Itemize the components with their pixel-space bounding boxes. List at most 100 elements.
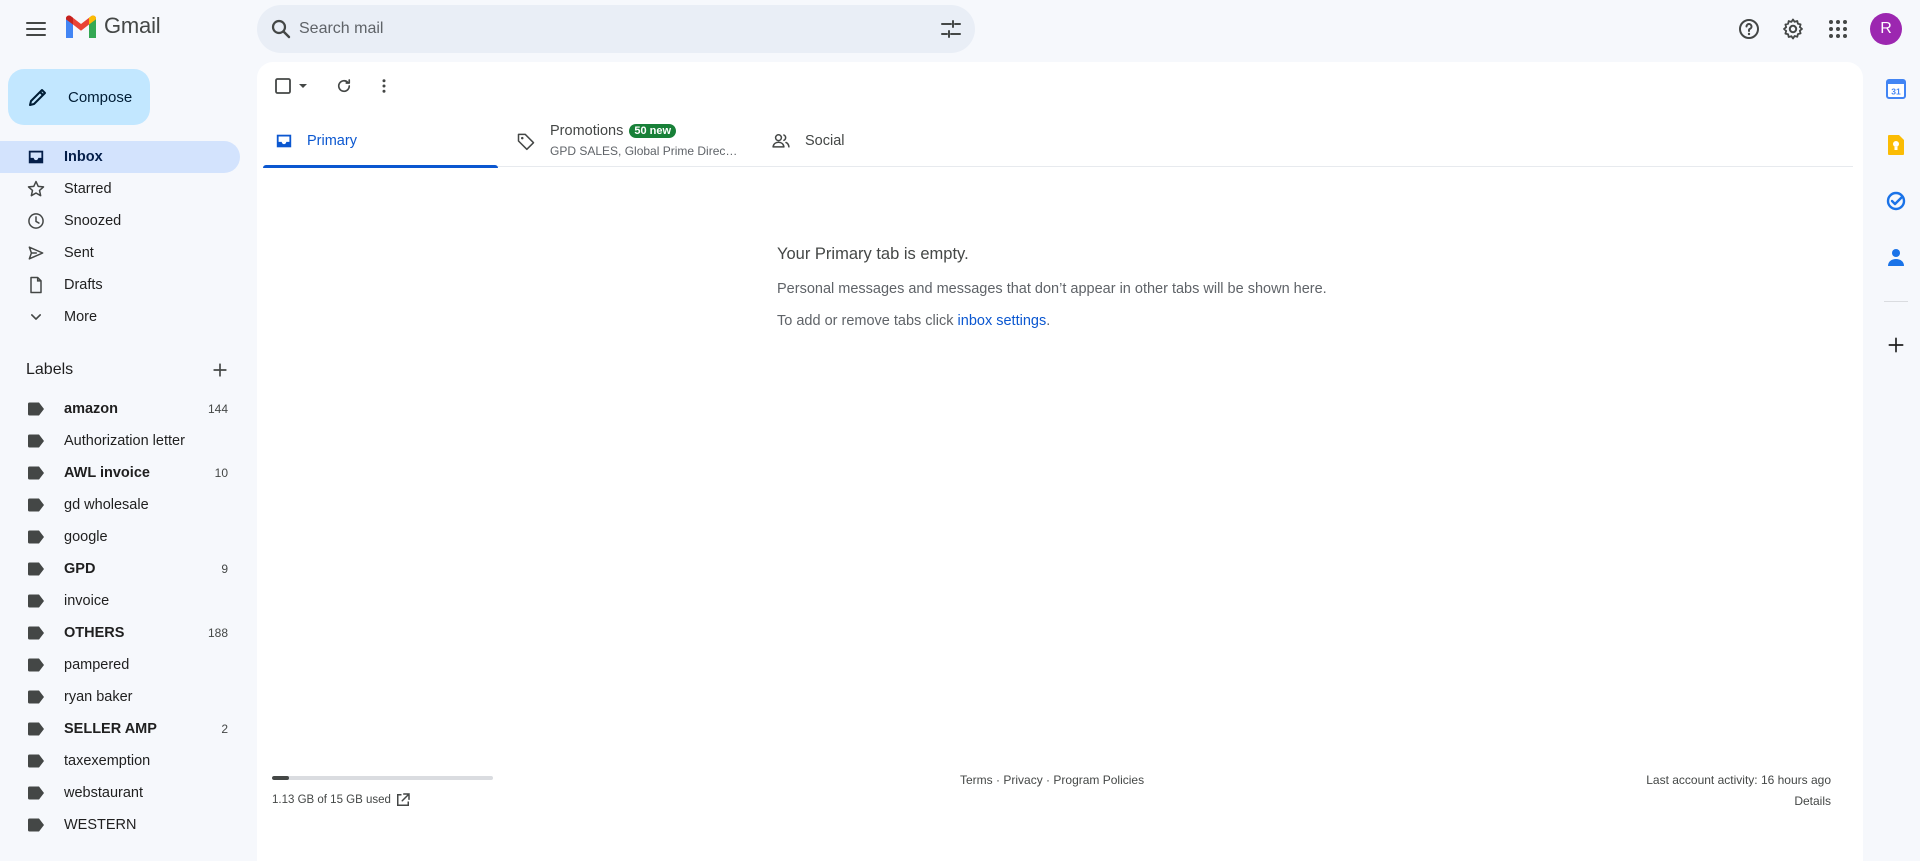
label-icon (28, 530, 44, 544)
storage-usage-fill (272, 776, 289, 780)
sidebar-label-item[interactable]: taxexemption (0, 745, 240, 777)
sidebar-item-more[interactable]: More (0, 301, 240, 333)
separator: · (1046, 773, 1051, 787)
contacts-icon (1888, 249, 1904, 266)
sidebar-label-item[interactable]: OTHERS 188 (0, 617, 240, 649)
inbox-settings-link[interactable]: inbox settings (958, 313, 1047, 329)
sidebar-item-label: More (64, 309, 98, 325)
labels-title: Labels (26, 361, 74, 378)
plus-icon[interactable] (210, 360, 230, 380)
label-name: AWL invoice (64, 465, 150, 481)
main-menu-button[interactable] (16, 5, 56, 53)
settings-button[interactable] (1773, 9, 1813, 49)
label-name: webstaurant (64, 785, 143, 801)
sidebar-label-item[interactable]: google (0, 521, 240, 553)
label-name: google (64, 529, 108, 545)
refresh-button[interactable] (328, 70, 360, 102)
details-link[interactable]: Details (1646, 794, 1831, 808)
account-avatar[interactable]: R (1870, 13, 1902, 45)
search-bar[interactable] (257, 5, 975, 53)
footer: 1.13 GB of 15 GB used Terms · Privacy · … (257, 756, 1863, 816)
sidebar-label-item[interactable]: gd wholesale (0, 489, 240, 521)
caret-down-icon[interactable] (297, 80, 309, 92)
search-options-icon[interactable] (939, 17, 963, 41)
inbox-icon (28, 150, 44, 164)
label-unread-count: 144 (207, 402, 228, 416)
tab-primary[interactable]: Primary (263, 114, 498, 168)
calendar-icon: 31 (1886, 79, 1906, 99)
label-name: GPD (64, 561, 96, 577)
label-unread-count: 10 (214, 466, 228, 480)
more-options-button[interactable] (368, 70, 400, 102)
label-name: WESTERN (64, 817, 137, 833)
open-in-new-icon[interactable] (394, 791, 412, 809)
label-name: Authorization letter (64, 433, 185, 449)
label-name: pampered (64, 657, 130, 673)
svg-text:31: 31 (1891, 87, 1901, 97)
calendar-app-button[interactable]: 31 (1883, 76, 1909, 102)
label-icon (28, 722, 44, 736)
sidebar-label-item[interactable]: WESTERN (0, 809, 240, 841)
privacy-link[interactable]: Privacy (1003, 773, 1042, 787)
sidebar-label-item[interactable]: GPD 9 (0, 553, 240, 585)
hamburger-menu-icon (26, 22, 46, 36)
sidebar-label-item[interactable]: invoice (0, 585, 240, 617)
label-name: ryan baker (64, 689, 133, 705)
empty-state-hint-suffix: . (1046, 313, 1051, 329)
google-apps-button[interactable] (1818, 9, 1858, 49)
sidebar-label-item[interactable]: amazon 144 (0, 393, 240, 425)
category-tabs: Primary Promotions 50 new GPD SALES, Glob… (263, 114, 1853, 168)
tab-promotions[interactable]: Promotions 50 new GPD SALES, Global Prime… (514, 114, 749, 167)
keep-app-button[interactable] (1883, 132, 1909, 158)
search-input[interactable] (299, 17, 899, 41)
tasks-app-button[interactable] (1883, 188, 1909, 214)
contacts-app-button[interactable] (1883, 244, 1909, 270)
label-icon (28, 754, 44, 768)
search-icon[interactable] (269, 17, 293, 41)
select-checkbox[interactable] (271, 70, 311, 102)
label-icon (28, 466, 44, 480)
new-count-badge: 50 new (629, 124, 677, 138)
help-icon (1739, 19, 1759, 39)
tab-promotions-label: Promotions (550, 123, 624, 139)
sidebar-label-item[interactable]: pampered (0, 649, 240, 681)
draft-icon (30, 276, 42, 294)
clock-icon (28, 213, 44, 229)
label-icon (28, 498, 44, 512)
label-name: amazon (64, 401, 118, 417)
get-addons-button[interactable] (1883, 332, 1909, 358)
sidebar-item-inbox[interactable]: Inbox (0, 141, 240, 173)
compose-button[interactable]: Compose (8, 69, 150, 125)
program-policies-link[interactable]: Program Policies (1053, 773, 1144, 787)
sidebar-label-item[interactable]: ryan baker (0, 681, 240, 713)
mail-toolbar (257, 62, 1863, 110)
support-button[interactable] (1729, 9, 1769, 49)
sidebar-item-snoozed[interactable]: Snoozed (0, 205, 240, 237)
sidebar-label-item[interactable]: webstaurant (0, 777, 240, 809)
empty-state-description: Personal messages and messages that don’… (777, 281, 1327, 297)
tab-social[interactable]: Social (769, 114, 1004, 167)
people-icon (772, 134, 790, 148)
sidebar-item-drafts[interactable]: Drafts (0, 269, 240, 301)
label-name: OTHERS (64, 625, 125, 641)
last-activity-text: Last account activity: 16 hours ago (1646, 773, 1831, 787)
terms-link[interactable]: Terms (960, 773, 993, 787)
inbox-icon (276, 134, 292, 148)
label-unread-count: 188 (207, 626, 228, 640)
tag-icon (517, 133, 535, 151)
send-icon (28, 246, 44, 260)
separator: · (996, 773, 1001, 787)
sidebar-item-starred[interactable]: Starred (0, 173, 240, 205)
empty-state: Your Primary tab is empty. Personal mess… (777, 245, 1477, 329)
sidebar-label-item[interactable]: Authorization letter (0, 425, 240, 457)
sidebar-nav: Inbox Starred Snoozed Sent Drafts More (0, 141, 240, 333)
empty-state-hint: To add or remove tabs click inbox settin… (777, 313, 1477, 329)
label-name: taxexemption (64, 753, 151, 769)
gmail-logo[interactable]: Gmail (64, 13, 161, 39)
sidebar-item-sent[interactable]: Sent (0, 237, 240, 269)
more-vert-icon (382, 79, 386, 93)
sidebar-label-item[interactable]: AWL invoice 10 (0, 457, 240, 489)
sidebar-label-item[interactable]: SELLER AMP 2 (0, 713, 240, 745)
gear-icon (1783, 18, 1803, 40)
refresh-icon (337, 79, 351, 93)
